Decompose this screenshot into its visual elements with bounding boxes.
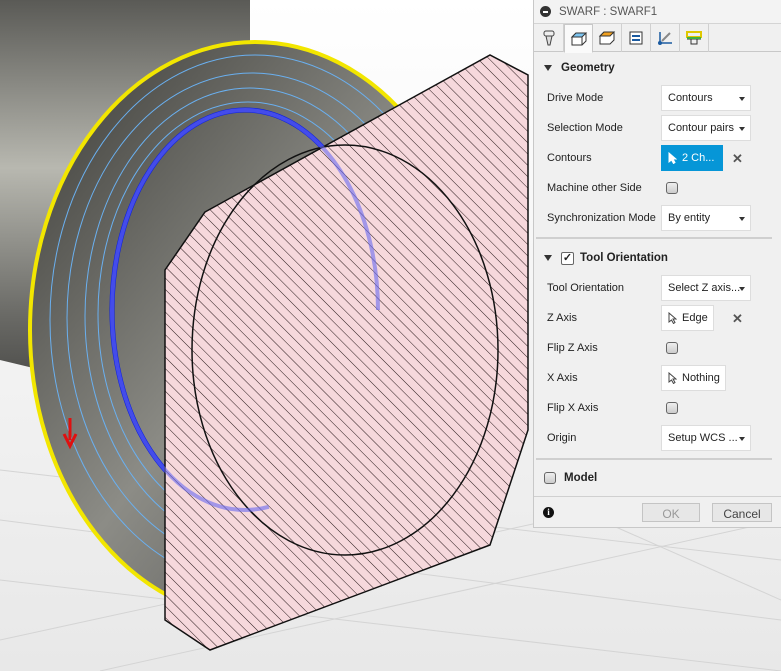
machine-other-side-checkbox[interactable] bbox=[666, 182, 678, 194]
z-axis-selection-button[interactable]: Edge bbox=[661, 305, 714, 331]
contours-row: Contours 2 Ch... ✕ bbox=[534, 145, 781, 171]
tool-orientation-header-label: Tool Orientation bbox=[580, 252, 668, 264]
selection-mode-value: Contour pairs bbox=[668, 122, 735, 134]
x-axis-selection-button[interactable]: Nothing bbox=[661, 365, 726, 391]
tool-icon bbox=[543, 30, 555, 46]
dialog-title: SWARF : SWARF1 bbox=[559, 5, 658, 18]
dropdown-arrow-icon bbox=[739, 217, 745, 221]
drive-mode-label: Drive Mode bbox=[547, 92, 604, 104]
model-section-header[interactable]: Model bbox=[534, 470, 781, 486]
selection-mode-row: Selection Mode Contour pairs bbox=[534, 115, 781, 141]
sync-mode-row: Synchronization Mode By entity bbox=[534, 205, 781, 231]
collapse-icon[interactable] bbox=[540, 6, 551, 17]
x-axis-value: Nothing bbox=[682, 372, 720, 384]
flip-x-row: Flip X Axis bbox=[534, 395, 781, 421]
geometry-header-label: Geometry bbox=[561, 62, 615, 74]
drive-mode-row: Drive Mode Contours bbox=[534, 85, 781, 111]
tab-geometry[interactable] bbox=[564, 24, 593, 53]
expand-triangle-icon bbox=[544, 255, 552, 261]
drive-mode-select[interactable]: Contours bbox=[661, 85, 751, 111]
dialog-tabs bbox=[534, 24, 781, 53]
tool-orientation-select[interactable]: Select Z axis... bbox=[661, 275, 751, 301]
origin-label: Origin bbox=[547, 432, 577, 444]
flip-z-label: Flip Z Axis bbox=[547, 342, 598, 354]
origin-row: Origin Setup WCS ... bbox=[534, 425, 781, 451]
clear-contours-icon[interactable]: ✕ bbox=[732, 151, 743, 167]
sync-mode-label: Synchronization Mode bbox=[547, 212, 656, 224]
info-icon[interactable]: i bbox=[543, 507, 554, 518]
dialog-footer: i OK Cancel bbox=[534, 496, 781, 528]
passes-icon bbox=[629, 31, 643, 45]
cursor-icon bbox=[668, 312, 677, 324]
dropdown-arrow-icon bbox=[739, 287, 745, 291]
tool-orientation-checkbox[interactable]: ✓ bbox=[561, 251, 574, 265]
swarf-dialog: SWARF : SWARF1 Geometry Drive Mode Contou… bbox=[533, 0, 781, 528]
divider bbox=[536, 237, 772, 239]
ok-button[interactable]: OK bbox=[642, 503, 700, 522]
contours-selection-button[interactable]: 2 Ch... bbox=[661, 145, 723, 171]
heights-icon bbox=[598, 31, 616, 45]
divider bbox=[536, 458, 772, 460]
model-label: Model bbox=[564, 472, 598, 484]
cursor-icon bbox=[668, 152, 677, 164]
flip-x-label: Flip X Axis bbox=[547, 402, 599, 414]
tab-linking[interactable] bbox=[651, 24, 680, 52]
stock-icon bbox=[686, 31, 702, 45]
model-checkbox[interactable] bbox=[544, 472, 556, 484]
tool-orientation-label: Tool Orientation bbox=[547, 282, 625, 294]
dropdown-arrow-icon bbox=[739, 97, 745, 101]
x-axis-row: X Axis Nothing bbox=[534, 365, 781, 391]
origin-select[interactable]: Setup WCS ... bbox=[661, 425, 751, 451]
x-axis-label: X Axis bbox=[547, 372, 578, 384]
tool-orientation-value: Select Z axis... bbox=[668, 282, 741, 294]
dropdown-arrow-icon bbox=[739, 127, 745, 131]
geometry-section-header[interactable]: Geometry bbox=[534, 60, 781, 76]
origin-value: Setup WCS ... bbox=[668, 432, 738, 444]
tab-heights[interactable] bbox=[593, 24, 622, 52]
expand-triangle-icon bbox=[544, 65, 552, 71]
z-axis-label: Z Axis bbox=[547, 312, 577, 324]
tool-orientation-section-header[interactable]: ✓ Tool Orientation bbox=[534, 250, 781, 266]
cursor-icon bbox=[668, 372, 677, 384]
z-axis-row: Z Axis Edge ✕ bbox=[534, 305, 781, 331]
tab-tool[interactable] bbox=[535, 24, 564, 52]
clear-z-axis-icon[interactable]: ✕ bbox=[732, 311, 743, 327]
selection-mode-label: Selection Mode bbox=[547, 122, 623, 134]
tab-stock[interactable] bbox=[680, 24, 709, 52]
machine-other-side-row: Machine other Side bbox=[534, 175, 781, 201]
dialog-titlebar: SWARF : SWARF1 bbox=[534, 0, 781, 24]
contours-label: Contours bbox=[547, 152, 592, 164]
flip-x-checkbox[interactable] bbox=[666, 402, 678, 414]
tool-orientation-row: Tool Orientation Select Z axis... bbox=[534, 275, 781, 301]
drive-mode-value: Contours bbox=[668, 92, 713, 104]
machine-other-side-label: Machine other Side bbox=[547, 182, 642, 194]
contours-value: 2 Ch... bbox=[682, 152, 715, 164]
tab-passes[interactable] bbox=[622, 24, 651, 52]
sync-mode-select[interactable]: By entity bbox=[661, 205, 751, 231]
dropdown-arrow-icon bbox=[739, 437, 745, 441]
linking-icon bbox=[658, 32, 672, 45]
selection-mode-select[interactable]: Contour pairs bbox=[661, 115, 751, 141]
cancel-button[interactable]: Cancel bbox=[712, 503, 772, 522]
sync-mode-value: By entity bbox=[668, 212, 711, 224]
flip-z-checkbox[interactable] bbox=[666, 342, 678, 354]
flip-z-row: Flip Z Axis bbox=[534, 335, 781, 361]
z-axis-value: Edge bbox=[682, 312, 708, 324]
geometry-icon bbox=[570, 32, 587, 45]
